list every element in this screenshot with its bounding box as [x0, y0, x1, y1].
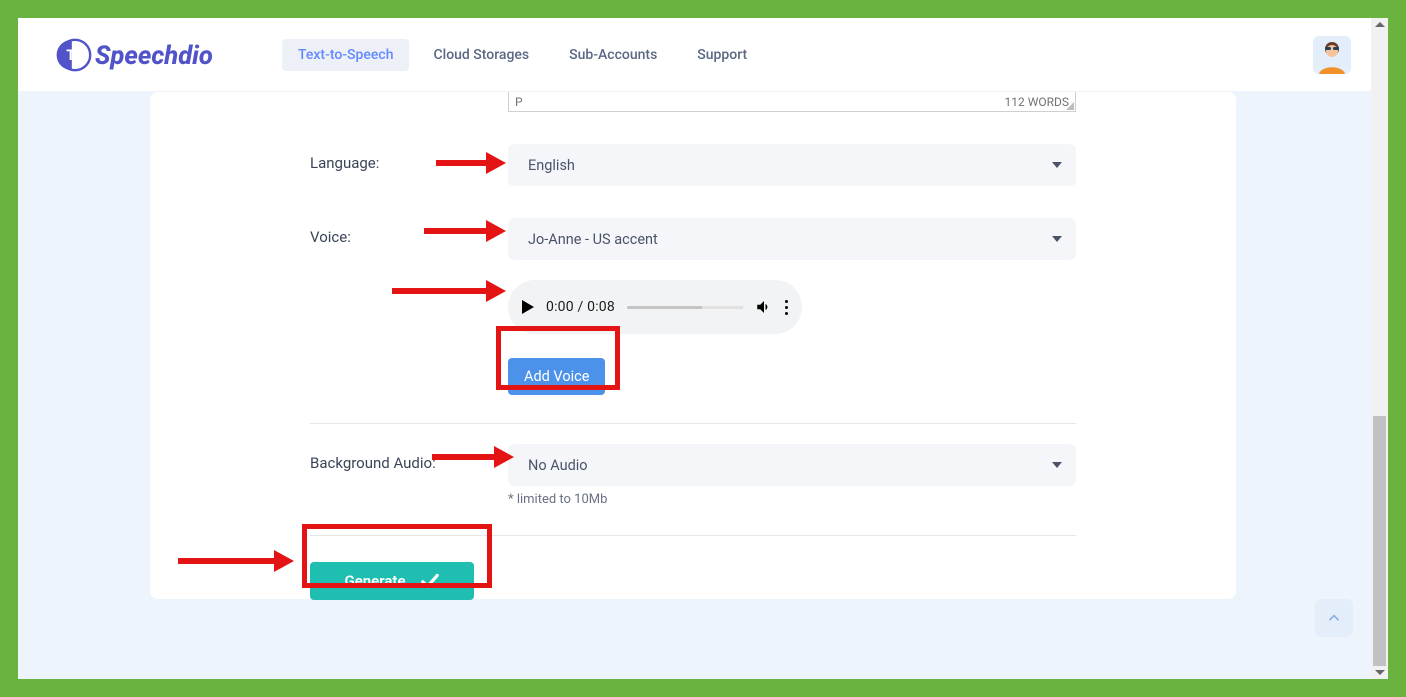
nav-text-to-speech[interactable]: Text-to-Speech	[282, 39, 409, 71]
divider	[310, 535, 1076, 536]
voice-select[interactable]: Jo-Anne - US accent	[508, 218, 1076, 260]
nav-support[interactable]: Support	[681, 39, 763, 71]
audio-progress[interactable]	[627, 306, 743, 309]
chevron-down-icon	[1052, 162, 1062, 168]
volume-icon[interactable]	[755, 298, 773, 316]
add-voice-button[interactable]: Add Voice	[508, 358, 605, 395]
chevron-down-icon	[1052, 462, 1062, 468]
generate-button[interactable]: Generate	[310, 562, 474, 600]
editor-status-bar: P 112 WORDS	[508, 92, 1076, 112]
svg-text:Speechdio: Speechdio	[95, 40, 213, 70]
scroll-down-icon[interactable]	[1375, 670, 1385, 675]
generate-label: Generate	[344, 572, 405, 590]
chevron-up-icon	[1327, 611, 1341, 625]
user-avatar[interactable]	[1313, 36, 1351, 74]
scroll-to-top-button[interactable]	[1315, 599, 1353, 637]
language-label: Language:	[310, 144, 508, 172]
voice-value: Jo-Anne - US accent	[528, 231, 658, 248]
nav-cloud-storages[interactable]: Cloud Storages	[417, 39, 545, 71]
language-value: English	[528, 157, 575, 174]
bgaudio-select[interactable]: No Audio	[508, 444, 1076, 486]
language-select[interactable]: English	[508, 144, 1076, 186]
scroll-up-icon[interactable]	[1375, 22, 1385, 27]
chevron-down-icon	[1052, 236, 1062, 242]
scrollbar-thumb[interactable]	[1373, 416, 1386, 666]
divider	[310, 423, 1076, 424]
bgaudio-hint: * limited to 10Mb	[508, 492, 1076, 507]
nav-sub-accounts[interactable]: Sub-Accounts	[553, 39, 673, 71]
brand-logo[interactable]: T Speechdio	[38, 35, 248, 75]
svg-text:T: T	[66, 46, 75, 63]
bgaudio-value: No Audio	[528, 457, 588, 474]
audio-time: 0:00 / 0:08	[546, 299, 615, 315]
editor-status-char: P	[515, 95, 523, 109]
voice-label: Voice:	[310, 218, 508, 246]
bgaudio-label: Background Audio:	[310, 444, 508, 472]
nav-items: Text-to-Speech Cloud Storages Sub-Accoun…	[282, 39, 763, 71]
audio-player: 0:00 / 0:08	[508, 280, 802, 334]
play-icon[interactable]	[522, 300, 534, 314]
top-nav: T Speechdio Text-to-Speech Cloud Storage…	[18, 18, 1371, 92]
scrollbar[interactable]	[1371, 18, 1388, 679]
more-icon[interactable]	[785, 300, 788, 315]
form-card: P 112 WORDS Language: English Voice: Jo-…	[150, 92, 1236, 599]
app-frame: T Speechdio Text-to-Speech Cloud Storage…	[18, 18, 1388, 679]
check-icon	[420, 573, 440, 589]
word-count: 112 WORDS	[1004, 95, 1069, 109]
resize-handle-icon[interactable]	[1066, 102, 1074, 110]
